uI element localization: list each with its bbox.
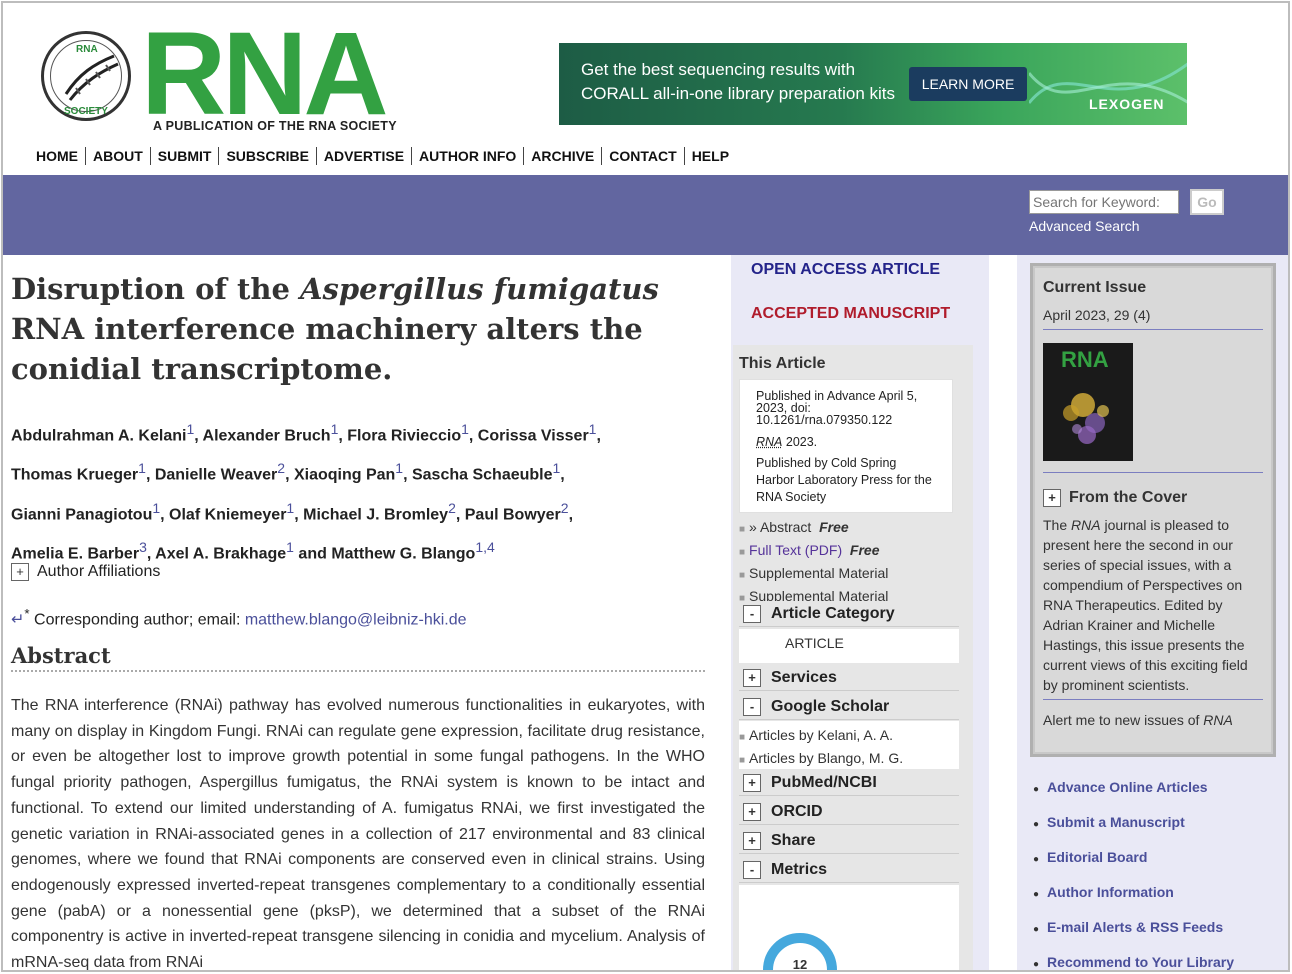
- nav-home[interactable]: HOME: [29, 147, 85, 165]
- share-section[interactable]: + Share: [739, 828, 959, 854]
- author-name[interactable]: Amelia E. Barber: [11, 545, 139, 562]
- seal-text-top: RNA: [76, 44, 98, 55]
- author-name[interactable]: Axel A. Brakhage: [155, 545, 286, 562]
- published-in-advance: Published in Advance April 5, 2023, doi:…: [756, 389, 918, 427]
- abstract-heading: Abstract: [11, 643, 705, 672]
- supplemental-material-link[interactable]: ■ Supplemental Material: [739, 563, 888, 586]
- current-issue-heading: Current Issue: [1043, 279, 1147, 296]
- author-name[interactable]: Paul Bowyer: [465, 506, 561, 523]
- expand-plus-icon[interactable]: +: [743, 802, 761, 821]
- abstract-text: The RNA interference (RNAi) pathway has …: [11, 697, 705, 972]
- cover-description: The RNA journal is pleased to present he…: [1043, 517, 1248, 693]
- corresponding-email-link[interactable]: matthew.blango@leibniz-hki.de: [245, 611, 467, 628]
- author-name[interactable]: Sascha Schaeuble: [412, 467, 553, 484]
- page-frame: RNA SOCIETY RNA A PUBLICATION OF THE RNA…: [1, 1, 1290, 972]
- publication-info-box: Published in Advance April 5, 2023, doi:…: [739, 379, 953, 513]
- author-name[interactable]: Xiaoqing Pan: [294, 467, 395, 484]
- journal-links-list: ● Advance Online Articles ● Submit a Manus…: [1033, 779, 1234, 970]
- advance-online-articles-link[interactable]: ● Advance Online Articles: [1033, 779, 1234, 814]
- nav-advertise[interactable]: ADVERTISE: [315, 147, 411, 165]
- accepted-manuscript-label: ACCEPTED MANUSCRIPT: [751, 305, 951, 322]
- ad-learn-more-button[interactable]: LEARN MORE: [909, 67, 1027, 101]
- author-name[interactable]: Matthew G. Blango: [331, 545, 475, 562]
- author-affiliations-toggle[interactable]: + Author Affiliations: [11, 563, 160, 581]
- author-list: Abdulrahman A. Kelani1, Alexander Bruch1…: [11, 421, 601, 563]
- nav-help[interactable]: HELP: [683, 147, 736, 165]
- author-name[interactable]: Thomas Krueger: [11, 467, 138, 484]
- submit-manuscript-link[interactable]: ● Submit a Manuscript: [1033, 814, 1234, 849]
- search-bar-region: [3, 175, 1288, 255]
- current-issue-date[interactable]: April 2023, 29 (4): [1043, 307, 1150, 323]
- from-the-cover-toggle[interactable]: + From the Cover: [1043, 489, 1187, 507]
- full-text-pdf-link[interactable]: ■ Full Text (PDF) Free: [739, 540, 888, 563]
- return-arrow-icon: ↵: [11, 611, 25, 629]
- scholar-links: ■ Articles by Kelani, A. A. ■ Articles by …: [739, 721, 959, 769]
- this-article-heading: This Article: [739, 355, 826, 372]
- title-species-name: Aspergillus fumigatus: [300, 272, 659, 306]
- scholar-author-link[interactable]: ■ Articles by Blango, M. G.: [739, 748, 959, 771]
- author-name[interactable]: Gianni Panagiotou: [11, 506, 152, 523]
- expand-plus-icon[interactable]: +: [11, 563, 29, 581]
- metrics-section[interactable]: - Metrics: [739, 857, 959, 883]
- author-name[interactable]: Abdulrahman A. Kelani: [11, 427, 186, 444]
- ad-brand-logo: LEXOGEN: [1089, 96, 1165, 112]
- article-category-section[interactable]: - Article Category: [739, 601, 959, 627]
- nav-subscribe[interactable]: SUBSCRIBE: [218, 147, 315, 165]
- nav-about[interactable]: ABOUT: [85, 147, 150, 165]
- ad-line-2: CORALL all-in-one library preparation ki…: [581, 84, 896, 103]
- main-nav: HOME ABOUT SUBMIT SUBSCRIBE ADVERTISE AU…: [29, 147, 736, 165]
- ad-line-1: Get the best sequencing results with: [581, 60, 856, 79]
- author-name[interactable]: Danielle Weaver: [155, 467, 277, 484]
- expand-plus-icon[interactable]: +: [743, 668, 761, 687]
- dna-helix-graphic: [1029, 62, 1187, 104]
- rna-society-seal-logo[interactable]: RNA SOCIETY: [41, 31, 131, 121]
- nav-submit[interactable]: SUBMIT: [149, 147, 219, 165]
- author-name[interactable]: Flora Rivieccio: [347, 427, 461, 444]
- orcid-section[interactable]: + ORCID: [739, 799, 959, 825]
- services-section[interactable]: + Services: [739, 665, 959, 691]
- publisher-line: Published by Cold Spring Harbor Laborato…: [756, 456, 932, 504]
- rna-logo-wordmark[interactable]: RNA: [141, 15, 389, 133]
- issue-cover-image[interactable]: RNA: [1043, 343, 1133, 461]
- author-name[interactable]: Corissa Visser: [478, 427, 589, 444]
- seal-text-bottom: SOCIETY: [64, 106, 108, 117]
- logo-subtitle: A PUBLICATION OF THE RNA SOCIETY: [153, 119, 397, 133]
- keyword-search-input[interactable]: [1029, 190, 1179, 214]
- abstract-link[interactable]: ■» Abstract Free: [739, 517, 888, 540]
- ad-banner[interactable]: Get the best sequencing results with COR…: [559, 43, 1187, 125]
- author-name[interactable]: Alexander Bruch: [203, 427, 331, 444]
- scholar-author-link[interactable]: ■ Articles by Kelani, A. A.: [739, 725, 959, 748]
- nav-author-info[interactable]: AUTHOR INFO: [411, 147, 523, 165]
- collapse-minus-icon[interactable]: -: [743, 697, 761, 716]
- nav-contact[interactable]: CONTACT: [601, 147, 683, 165]
- recommend-library-link[interactable]: ● Recommend to Your Library: [1033, 954, 1234, 970]
- collapse-minus-icon[interactable]: -: [743, 860, 761, 879]
- expand-plus-icon[interactable]: +: [1043, 489, 1061, 507]
- author-information-link[interactable]: ● Author Information: [1033, 884, 1234, 919]
- corresponding-author: ↵* Corresponding author; email: matthew.…: [11, 606, 467, 629]
- search-go-button[interactable]: Go: [1190, 189, 1224, 215]
- nav-archive[interactable]: ARCHIVE: [523, 147, 601, 165]
- author-name[interactable]: Olaf Kniemeyer: [169, 506, 286, 523]
- email-alerts-rss-link[interactable]: ● E-mail Alerts & RSS Feeds: [1033, 919, 1234, 954]
- pubmed-section[interactable]: + PubMed/NCBI: [739, 770, 959, 796]
- collapse-minus-icon[interactable]: -: [743, 604, 761, 623]
- article-title: Disruption of the Aspergillus fumigatus …: [11, 272, 659, 386]
- article-category-value: ARTICLE: [739, 629, 959, 663]
- alert-new-issues-link[interactable]: Alert me to new issues of RNA: [1043, 712, 1233, 728]
- google-scholar-section[interactable]: - Google Scholar: [739, 694, 959, 720]
- advanced-search-link[interactable]: Advanced Search: [1029, 218, 1140, 234]
- cover-molecule-graphic: [1063, 393, 1109, 444]
- article-links: ■» Abstract Free ■ Full Text (PDF) Free ■…: [739, 517, 888, 609]
- open-access-label: OPEN ACCESS ARTICLE: [751, 261, 941, 278]
- expand-plus-icon[interactable]: +: [743, 831, 761, 850]
- journal-abbrev: RNA: [756, 435, 783, 449]
- expand-plus-icon[interactable]: +: [743, 773, 761, 792]
- altmetric-score: 12: [792, 957, 808, 972]
- author-name[interactable]: Michael J. Bromley: [303, 506, 448, 523]
- editorial-board-link[interactable]: ● Editorial Board: [1033, 849, 1234, 884]
